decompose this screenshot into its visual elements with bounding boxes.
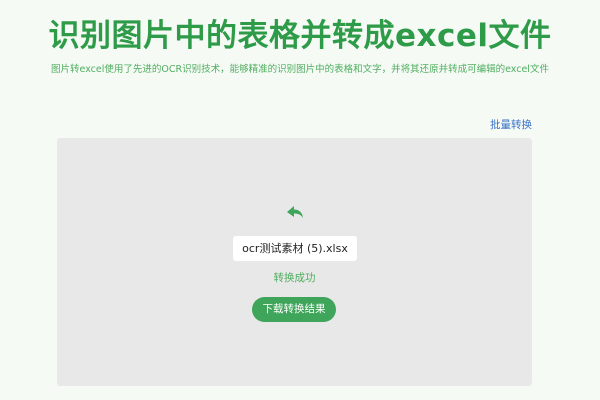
conversion-panel: ocr测试素材 (5).xlsx 转换成功 下载转换结果 — [57, 138, 532, 386]
file-name-box: ocr测试素材 (5).xlsx — [233, 236, 357, 261]
batch-convert-link[interactable]: 批量转换 — [490, 118, 532, 132]
page: 识别图片中的表格并转成excel文件 图片转excel使用了先进的OCR识别技术… — [0, 0, 600, 400]
download-result-button[interactable]: 下载转换结果 — [252, 297, 336, 322]
page-title: 识别图片中的表格并转成excel文件 — [48, 18, 552, 54]
page-subtitle: 图片转excel使用了先进的OCR识别技术，能够精准的识别图片中的表格和文字，并… — [51, 64, 549, 75]
status-text: 转换成功 — [273, 272, 316, 284]
undo-arrow-icon[interactable] — [285, 204, 305, 222]
